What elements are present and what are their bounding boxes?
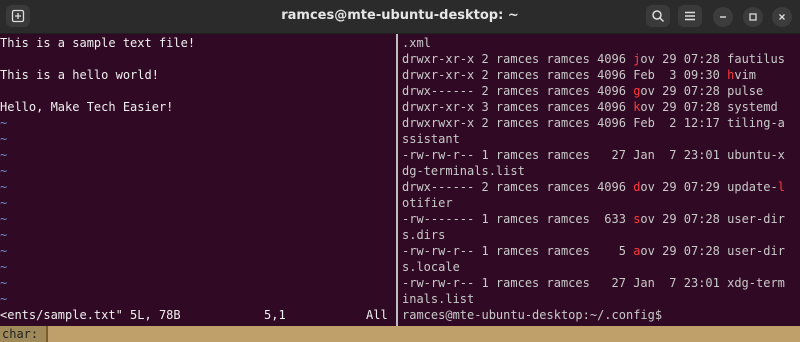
vim-tilde: ~: [0, 292, 8, 306]
vim-tilde: ~: [0, 228, 8, 242]
vim-tilde: ~: [0, 132, 8, 146]
ls-row: drwx------ 2 ramces ramces 4096 dov 29 0…: [402, 180, 785, 194]
search-button[interactable]: [646, 5, 670, 27]
close-button[interactable]: [772, 7, 792, 27]
vim-line: This is a sample text file!: [0, 36, 196, 50]
ls-row: ssistant: [402, 132, 460, 146]
vim-tilde: ~: [0, 276, 8, 290]
command-line: char:: [0, 326, 800, 342]
vim-status-file: <ents/sample.txt" 5L, 78B: [0, 308, 181, 322]
vim-status-scroll: All: [366, 308, 388, 322]
minimize-icon: [720, 16, 726, 18]
ls-row: -rw-rw-r-- 1 ramces ramces 5 aov 29 07:2…: [402, 244, 785, 258]
vim-tilde: ~: [0, 244, 8, 258]
ls-row: drwx------ 2 ramces ramces 4096 gov 29 0…: [402, 84, 764, 98]
vim-tilde: ~: [0, 180, 8, 194]
ls-row: inals.list: [402, 292, 475, 306]
vim-tilde: ~: [0, 260, 8, 274]
search-icon: [652, 10, 665, 23]
ls-row: dg-terminals.list: [402, 164, 525, 178]
ls-row: s.dirs: [402, 228, 446, 242]
title-bar: ramces@mte-ubuntu-desktop: ~: [0, 0, 800, 34]
ls-row: -rw-rw-r-- 1 ramces ramces 27 Jan 7 23:0…: [402, 148, 785, 162]
vim-status-line: <ents/sample.txt" 5L, 78B 5,1 All: [0, 306, 396, 324]
terminal-window: ramces@mte-ubuntu-desktop: ~ This is a s…: [0, 0, 800, 342]
ls-row: s.locale: [402, 260, 460, 274]
vim-tilde: ~: [0, 116, 8, 130]
vim-tilde: ~: [0, 148, 8, 162]
menu-button[interactable]: [678, 5, 702, 27]
hamburger-menu-icon: [685, 11, 695, 21]
ls-row: drwxr-xr-x 2 ramces ramces 4096 Feb 3 09…: [402, 68, 757, 82]
shell-prompt: ramces@mte-ubuntu-desktop:~/.config$: [402, 308, 663, 322]
shell-pane[interactable]: .xml drwxr-xr-x 2 ramces ramces 4096 jov…: [398, 34, 800, 326]
vim-line: Hello, Make Tech Easier!: [0, 100, 174, 114]
maximize-button[interactable]: [743, 7, 763, 27]
minimize-button[interactable]: [713, 7, 733, 27]
vim-tilde: ~: [0, 212, 8, 226]
vim-pane[interactable]: This is a sample text file! This is a he…: [0, 34, 396, 326]
close-icon: [779, 14, 785, 20]
command-input[interactable]: [46, 326, 800, 342]
vim-line: This is a hello world!: [0, 68, 159, 82]
maximize-icon: [749, 13, 757, 21]
ls-row: .xml: [402, 36, 431, 50]
ls-row: -rw-rw-r-- 1 ramces ramces 27 Jan 7 23:0…: [402, 276, 785, 290]
vim-status-position: 5,1: [264, 308, 286, 322]
ls-row: drwxr-xr-x 2 ramces ramces 4096 jov 29 0…: [402, 52, 785, 66]
vim-tilde: ~: [0, 196, 8, 210]
command-label: char:: [2, 327, 39, 341]
ls-row: drwxrwxr-x 2 ramces ramces 4096 Feb 2 12…: [402, 116, 785, 130]
ls-row: drwxr-xr-x 3 ramces ramces 4096 kov 29 0…: [402, 100, 778, 114]
vim-tilde: ~: [0, 164, 8, 178]
ls-row: otifier: [402, 196, 453, 210]
ls-row: -rw------- 1 ramces ramces 633 sov 29 07…: [402, 212, 785, 226]
